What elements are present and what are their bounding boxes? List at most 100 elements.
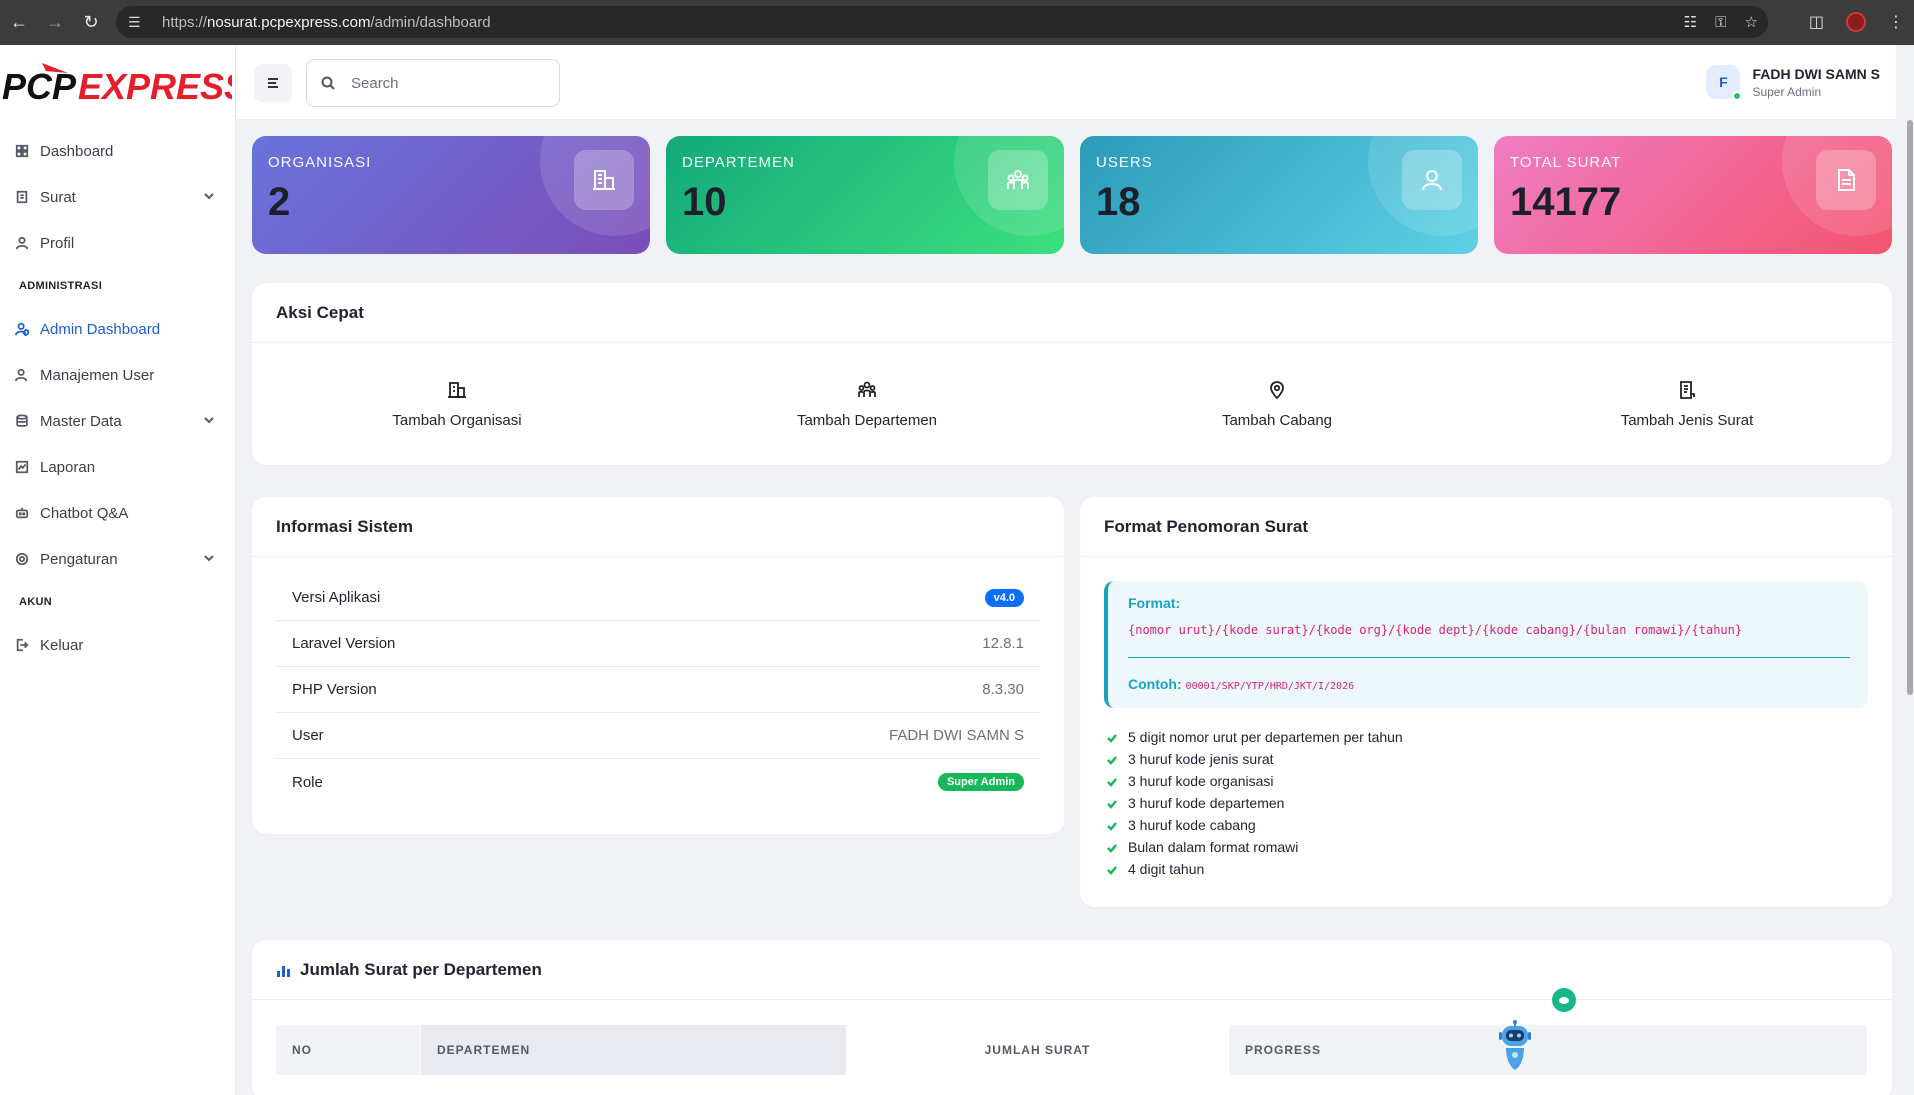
translate-icon[interactable]: ☷: [1684, 13, 1697, 31]
url-path: /admin/dashboard: [370, 13, 491, 31]
document-icon: [14, 189, 30, 205]
check-icon: [1106, 775, 1118, 787]
tambah-jenis-surat-button[interactable]: Tambah Jenis Surat: [1482, 343, 1892, 465]
search-box[interactable]: [306, 59, 560, 107]
dept-table-header: NO DEPARTEMEN JUMLAH SURAT PROGRESS: [276, 1025, 1868, 1075]
address-bar[interactable]: ☰ https://nosurat.pcpexpress.com/admin/d…: [116, 6, 1768, 38]
topbar: F FADH DWI SAMN S Super Admin: [236, 45, 1896, 120]
user-role: Super Admin: [1752, 84, 1822, 99]
example-line: Contoh: 00001/SKP/YTP/HRD/JKT/I/2026: [1128, 676, 1355, 692]
online-status-dot: [1732, 91, 1743, 101]
file-icon: [1816, 150, 1876, 210]
chatbot-robot-icon[interactable]: [1497, 1020, 1533, 1074]
sidebar-item-label: Chatbot Q&A: [40, 504, 129, 522]
check-icon: [1106, 819, 1118, 831]
avatar[interactable]: F: [1706, 65, 1743, 101]
chevron-down-icon: [203, 413, 217, 427]
list-item: 3 huruf kode organisasi: [1106, 770, 1892, 792]
sidebar-item-surat[interactable]: Surat: [0, 174, 235, 220]
column-header-no[interactable]: NO: [276, 1025, 421, 1075]
list-item: 5 digit nomor urut per departemen per ta…: [1106, 726, 1892, 748]
sidebar-item-label: Keluar: [40, 636, 84, 654]
star-icon[interactable]: ☆: [1745, 13, 1758, 31]
sidebar-item-pengaturan[interactable]: Pengaturan: [0, 536, 235, 582]
chevron-down-icon: [203, 189, 217, 203]
panel-title: Informasi Sistem: [252, 497, 1064, 557]
team-icon: [858, 381, 876, 397]
sidebar-item-label: Laporan: [40, 458, 96, 476]
forward-arrow-icon[interactable]: →: [38, 6, 72, 40]
column-header-departemen[interactable]: DEPARTEMEN: [421, 1025, 847, 1075]
format-code: {nomor urut}/{kode surat}/{kode org}/{ko…: [1128, 623, 1850, 658]
sidebar-item-label: Master Data: [40, 412, 122, 430]
sidebar-item-manajemen-user[interactable]: Manajemen User: [0, 352, 235, 398]
list-item: 3 huruf kode jenis surat: [1106, 748, 1892, 770]
info-row-role: Role Super Admin: [276, 759, 1040, 805]
browser-profile-avatar[interactable]: [1846, 12, 1866, 32]
key-icon[interactable]: ⚿: [1715, 14, 1726, 31]
file-list-icon: [1680, 380, 1695, 399]
sidebar-item-chatbot[interactable]: Chatbot Q&A: [0, 490, 235, 536]
sidebar-section-admin: ADMINISTRASI: [19, 280, 103, 292]
panel-title: Jumlah Surat per Departemen: [300, 959, 542, 979]
stat-value: 18: [1096, 180, 1141, 224]
role-badge: Super Admin: [937, 773, 1024, 791]
sidebar-toggle-button[interactable]: [254, 64, 292, 102]
extensions-icon[interactable]: ◫: [1809, 12, 1824, 32]
url-host: nosurat.pcpexpress.com: [207, 13, 371, 31]
sidebar-item-label: Pengaturan: [40, 550, 118, 568]
info-row-user: User FADH DWI SAMN S: [276, 713, 1040, 759]
browser-menu-icon[interactable]: ⋮: [1888, 12, 1904, 32]
panel-title-row: Jumlah Surat per Departemen: [252, 940, 1892, 1000]
dashboard-icon: [14, 143, 30, 159]
sidebar: PCP EXPRESS Dashboard Surat Profil ADMIN…: [0, 45, 236, 1095]
dept-letter-count-panel: Jumlah Surat per Departemen NO DEPARTEME…: [252, 940, 1892, 1095]
sidebar-item-master-data[interactable]: Master Data: [0, 398, 235, 444]
reload-icon[interactable]: ↻: [74, 6, 108, 40]
tambah-departemen-button[interactable]: Tambah Departemen: [662, 343, 1072, 465]
users-icon: [14, 367, 30, 383]
search-input[interactable]: [351, 74, 541, 92]
sidebar-item-laporan[interactable]: Laporan: [0, 444, 235, 490]
sidebar-item-keluar[interactable]: Keluar: [0, 622, 235, 668]
pcpexpress-logo[interactable]: PCP EXPRESS: [0, 45, 235, 120]
stat-label: ORGANISASI: [268, 154, 372, 171]
check-icon: [1106, 841, 1118, 853]
stat-value: 2: [268, 180, 291, 224]
svg-text:PCP: PCP: [2, 66, 77, 107]
site-settings-icon[interactable]: ☰: [128, 14, 148, 31]
tambah-cabang-button[interactable]: Tambah Cabang: [1072, 343, 1482, 465]
chevron-down-icon: [203, 551, 217, 565]
check-icon: [1106, 797, 1118, 809]
sidebar-item-label: Manajemen User: [40, 366, 155, 384]
map-pin-icon: [1270, 380, 1284, 399]
stat-card-organisasi: ORGANISASI 2: [252, 136, 650, 254]
back-arrow-icon[interactable]: ←: [2, 6, 36, 40]
list-item: 4 digit tahun: [1106, 858, 1892, 880]
list-item: Bulan dalam format romawi: [1106, 836, 1892, 858]
format-rules-list: 5 digit nomor urut per departemen per ta…: [1106, 726, 1892, 880]
stat-label: USERS: [1096, 154, 1153, 171]
tambah-organisasi-button[interactable]: Tambah Organisasi: [252, 343, 662, 465]
robot-icon: [14, 505, 30, 521]
sidebar-item-label: Admin Dashboard: [40, 320, 161, 338]
sidebar-section-account: AKUN: [19, 596, 52, 608]
sidebar-item-profil[interactable]: Profil: [0, 220, 235, 266]
sidebar-item-dashboard[interactable]: Dashboard: [0, 128, 235, 174]
numbering-format-panel: Format Penomoran Surat Format: {nomor ur…: [1080, 497, 1892, 907]
column-header-jumlah-surat[interactable]: JUMLAH SURAT: [847, 1025, 1229, 1075]
system-info-panel: Informasi Sistem Versi Aplikasi v4.0 Lar…: [252, 497, 1064, 834]
panel-title: Aksi Cepat: [252, 283, 1892, 343]
user-menu[interactable]: F FADH DWI SAMN S Super Admin: [1706, 65, 1880, 101]
sidebar-item-admin-dashboard[interactable]: Admin Dashboard: [0, 306, 235, 352]
check-icon: [1106, 753, 1118, 765]
column-header-progress[interactable]: PROGRESS: [1229, 1025, 1868, 1075]
stat-value: 10: [682, 180, 727, 224]
stat-value: 14177: [1510, 180, 1622, 224]
chatbot-message-bubble[interactable]: [1552, 988, 1576, 1012]
user-icon: [1402, 150, 1462, 210]
building-icon: [574, 150, 634, 210]
user-shield-icon: [14, 321, 30, 337]
report-icon: [14, 459, 30, 475]
page-scrollbar[interactable]: [1906, 120, 1914, 1095]
